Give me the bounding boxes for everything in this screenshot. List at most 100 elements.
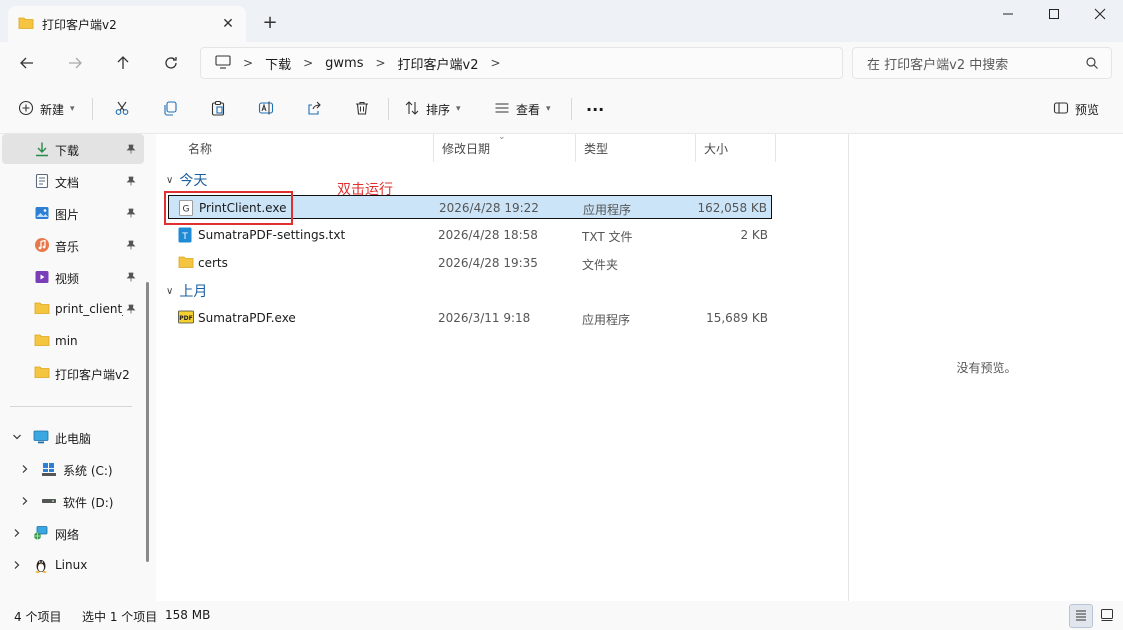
chevron-down-icon: ▾ [546, 104, 551, 114]
back-arrow-icon[interactable] [12, 48, 42, 78]
file-row-sumatra-settings[interactable]: T SumatraPDF-settings.txt 2026/4/28 18:5… [168, 223, 772, 247]
search-icon[interactable] [1085, 56, 1099, 74]
navigation-pane: 下载 文档 图片 音乐 视频 print_client_ min 打印客户端v2… [0, 134, 156, 601]
tiles-view-icon [1100, 608, 1114, 625]
new-tab-button[interactable]: + [258, 10, 282, 34]
chevron-down-icon: ▾ [456, 104, 461, 114]
maximize-icon[interactable] [1031, 0, 1077, 28]
selection-size: 158 MB [165, 608, 211, 622]
chevron-right-icon[interactable]: > [491, 56, 501, 70]
pin-icon[interactable] [126, 239, 136, 253]
music-icon [34, 237, 50, 256]
paste-button[interactable] [210, 96, 226, 122]
tree-item-network[interactable]: 网络 [0, 518, 146, 548]
view-button[interactable]: 查看 ▾ [494, 96, 551, 122]
cut-button[interactable] [114, 96, 130, 122]
file-row-sumatrapdf[interactable]: PDF SumatraPDF.exe 2026/3/11 9:18 应用程序 1… [168, 306, 772, 330]
search-input[interactable]: 在 打印客户端v2 中搜索 [852, 47, 1112, 79]
tab-current[interactable]: 打印客户端v2 ✕ [8, 6, 246, 42]
file-row-certs[interactable]: certs 2026/4/28 19:35 文件夹 [168, 251, 772, 275]
pin-icon[interactable] [126, 143, 136, 157]
sidebar-scrollbar[interactable] [146, 282, 149, 562]
chevron-down-icon[interactable]: ∨ [166, 175, 173, 186]
view-list-icon [494, 100, 510, 119]
scissors-icon [114, 100, 130, 119]
sort-icon [404, 100, 420, 119]
chevron-right-icon[interactable] [12, 527, 22, 541]
close-icon[interactable] [1077, 0, 1123, 28]
chevron-right-icon[interactable] [12, 559, 22, 573]
chevron-right-icon[interactable]: > [375, 56, 385, 70]
chevron-right-icon[interactable]: > [243, 56, 253, 70]
sidebar-item-label: 音乐 [55, 240, 80, 254]
copy-button[interactable] [162, 96, 178, 122]
drive-icon [41, 493, 57, 512]
sidebar-item-pictures[interactable]: 图片 [2, 198, 144, 228]
breadcrumb-item[interactable]: 打印客户端v2 [398, 54, 479, 73]
tree-item-label: 系统 (C:) [63, 464, 113, 478]
column-header-type[interactable]: 类型 [576, 134, 696, 162]
preview-empty-text: 没有预览。 [956, 361, 1017, 375]
sidebar-item-videos[interactable]: 视频 [2, 262, 144, 292]
tree-item-this-pc[interactable]: 此电脑 [0, 422, 146, 452]
tree-item-drive-d[interactable]: 软件 (D:) [0, 486, 146, 516]
group-label: 今天 [179, 173, 208, 189]
sidebar-item-print-client-v2[interactable]: 打印客户端v2 [2, 358, 144, 388]
breadcrumb-item[interactable]: 下载 [265, 54, 291, 73]
file-modified: 2026/3/11 9:18 [438, 311, 531, 325]
pin-icon[interactable] [126, 303, 136, 317]
group-label: 上月 [179, 284, 208, 300]
delete-button[interactable] [354, 96, 370, 122]
sidebar-item-label: min [55, 334, 78, 348]
pin-icon[interactable] [126, 207, 136, 221]
sidebar-item-music[interactable]: 音乐 [2, 230, 144, 260]
pin-icon[interactable] [126, 271, 136, 285]
forward-arrow-icon[interactable] [60, 48, 90, 78]
chevron-down-icon[interactable] [12, 431, 22, 445]
file-type: 应用程序 [583, 203, 632, 217]
copy-icon [162, 100, 178, 119]
tree-item-drive-c[interactable]: 系统 (C:) [0, 454, 146, 484]
more-options-button[interactable]: ··· [586, 96, 604, 122]
computer-icon[interactable] [215, 54, 231, 72]
tree-item-linux[interactable]: Linux [0, 550, 146, 580]
new-button[interactable]: 新建 ▾ [18, 96, 75, 122]
details-view-button[interactable] [1069, 604, 1093, 628]
command-bar: 新建 ▾ 排序 ▾ 查看 ▾ ··· 预览 [0, 84, 1123, 134]
chevron-right-icon[interactable]: > [303, 56, 313, 70]
file-size: 2 KB [740, 228, 768, 242]
tab-close-icon[interactable]: ✕ [216, 12, 240, 36]
file-type: TXT 文件 [582, 230, 633, 244]
preview-pane-button[interactable]: 预览 [1053, 96, 1099, 122]
chevron-down-icon[interactable]: ∨ [166, 286, 173, 297]
chevron-right-icon[interactable] [20, 495, 30, 509]
group-header-last-month[interactable]: ∨ 上月 [166, 281, 207, 301]
sort-button[interactable]: 排序 ▾ [404, 96, 461, 122]
share-button[interactable] [306, 96, 322, 122]
tiles-view-button[interactable] [1095, 604, 1119, 628]
folder-icon [18, 16, 34, 33]
sidebar-item-label: 下载 [55, 144, 80, 158]
group-header-today[interactable]: ∨ 今天 [166, 170, 207, 190]
sidebar-item-print-client[interactable]: print_client_ [2, 294, 144, 324]
column-header-name[interactable]: 名称 [180, 134, 434, 162]
address-bar[interactable]: > 下载 > gwms > 打印客户端v2 > [200, 47, 843, 79]
new-button-label: 新建 [40, 102, 65, 117]
status-bar: 4 个项目 选中 1 个项目 158 MB [0, 601, 1123, 630]
file-size: 15,689 KB [706, 311, 768, 325]
sidebar-item-downloads[interactable]: 下载 [2, 134, 144, 164]
refresh-icon[interactable] [156, 48, 186, 78]
rename-button[interactable] [258, 96, 274, 122]
file-list: 名称 修改日期 ⌄ 类型 大小 ∨ 今天 G PrintClient.exe 2… [156, 132, 848, 601]
sidebar-item-min[interactable]: min [2, 326, 144, 356]
file-size: 162,058 KB [697, 201, 767, 215]
up-arrow-icon[interactable] [108, 48, 138, 78]
chevron-right-icon[interactable] [20, 463, 30, 477]
folder-icon [34, 333, 50, 350]
rename-icon [258, 100, 274, 119]
pin-icon[interactable] [126, 175, 136, 189]
sidebar-item-documents[interactable]: 文档 [2, 166, 144, 196]
breadcrumb-item[interactable]: gwms [325, 56, 363, 71]
column-header-size[interactable]: 大小 [696, 134, 776, 162]
minimize-icon[interactable] [985, 0, 1031, 28]
